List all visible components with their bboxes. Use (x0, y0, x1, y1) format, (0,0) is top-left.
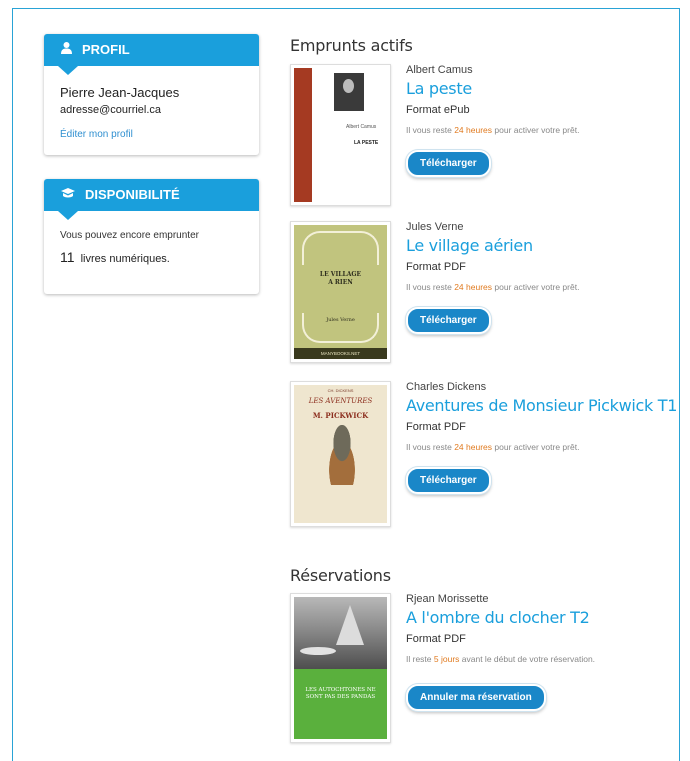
reservations-section-title: Réservations (290, 566, 391, 585)
availability-panel-header: DISPONIBILITÉ (44, 179, 259, 220)
book-author: Charles Dickens (406, 381, 487, 393)
notice-highlight: 24 heures (454, 442, 493, 452)
availability-panel: DISPONIBILITÉ Vous pouvez encore emprunt… (44, 179, 259, 294)
book-author: Jules Verne (406, 221, 464, 233)
notice-suffix: avant le début de votre réservation. (461, 654, 596, 664)
cover-title: LES AUTOCHTONES NE SONT PAS DES PANDAS (294, 687, 387, 701)
download-button[interactable]: Télécharger (406, 467, 491, 494)
book-cover[interactable]: LES AUTOCHTONES NE SONT PAS DES PANDAS (290, 593, 391, 743)
cover-title: LA PESTE (354, 140, 379, 146)
cover-publisher: MANYBOOKS.NET (294, 348, 387, 359)
book-format: Format PDF (406, 421, 466, 433)
book-format: Format PDF (406, 261, 466, 273)
cover-title-line2: SONT PAS DES PANDAS (305, 694, 376, 700)
profile-panel-header: PROFIL (44, 34, 259, 75)
notice-highlight: 24 heures (454, 282, 493, 292)
loans-section-title: Emprunts actifs (290, 36, 413, 55)
book-format: Format PDF (406, 633, 466, 645)
cover-title-line2: A RIEN (328, 279, 353, 286)
author-photo (334, 73, 364, 111)
cover-photo (294, 597, 387, 669)
user-email: adresse@courriel.ca (60, 104, 162, 116)
notice-prefix: Il vous reste (406, 125, 452, 135)
loan-item: Albert Camus LA PESTE Albert Camus La pe… (290, 64, 680, 206)
profile-panel-title: PROFIL (82, 42, 130, 57)
book-cover[interactable]: LE VILLAGE A RIEN Jules Verne MANYBOOKS.… (290, 221, 391, 363)
notice-suffix: pour activer votre prêt. (494, 125, 580, 135)
cover-title-line2: M. PICKWICK (312, 411, 369, 420)
book-title[interactable]: A l'ombre du clocher T2 (406, 608, 681, 627)
book-cover[interactable]: CH. DICKENS LES AVENTURES M. PICKWICK (290, 381, 391, 527)
notice-highlight: 24 heures (454, 125, 493, 135)
loan-item: LE VILLAGE A RIEN Jules Verne MANYBOOKS.… (290, 221, 680, 363)
book-title[interactable]: La peste (406, 79, 681, 98)
cancel-reservation-button[interactable]: Annuler ma réservation (406, 684, 546, 711)
user-icon (60, 34, 73, 66)
cover-illustration (322, 425, 362, 485)
book-title[interactable]: Le village aérien (406, 236, 681, 255)
edit-profile-link[interactable]: Éditer mon profil (60, 129, 133, 140)
availability-panel-title: DISPONIBILITÉ (85, 187, 180, 202)
notice-suffix: pour activer votre prêt. (494, 442, 580, 452)
book-author: Albert Camus (406, 64, 473, 76)
profile-panel: PROFIL Pierre Jean-Jacques adresse@courr… (44, 34, 259, 155)
loan-notice: Il vous reste 24 heures pour activer vot… (406, 282, 681, 292)
notice-prefix: Il reste (406, 654, 432, 664)
notice-highlight: 5 jours (433, 654, 460, 664)
reservation-notice: Il reste 5 jours avant le début de votre… (406, 654, 681, 664)
availability-text: Vous pouvez encore emprunter (60, 230, 199, 241)
user-name: Pierre Jean-Jacques (60, 85, 180, 100)
reservation-item: LES AUTOCHTONES NE SONT PAS DES PANDAS R… (290, 593, 680, 743)
download-button[interactable]: Télécharger (406, 307, 491, 334)
notice-prefix: Il vous reste (406, 442, 452, 452)
book-format: Format ePub (406, 104, 470, 116)
loan-notice: Il vous reste 24 heures pour activer vot… (406, 125, 681, 135)
loan-item: CH. DICKENS LES AVENTURES M. PICKWICK Ch… (290, 381, 680, 527)
book-title[interactable]: Aventures de Monsieur Pickwick T1 (406, 396, 681, 415)
cover-author: CH. DICKENS (327, 388, 354, 393)
availability-count-line: 11 livres numériques. (60, 249, 243, 265)
notice-suffix: pour activer votre prêt. (494, 282, 580, 292)
cover-title-line1: LES AUTOCHTONES NE (305, 687, 376, 693)
cover-author: Jules Verne (326, 317, 355, 323)
cover-author: Albert Camus (346, 124, 377, 130)
cover-title-line1: LES AVENTURES (308, 397, 373, 405)
book-author: Rjean Morissette (406, 593, 489, 605)
book-icon (60, 179, 76, 211)
cover-title-line1: LE VILLAGE (319, 271, 362, 278)
availability-count: 11 (60, 249, 75, 265)
notice-prefix: Il vous reste (406, 282, 452, 292)
book-cover[interactable]: Albert Camus LA PESTE (290, 64, 391, 206)
download-button[interactable]: Télécharger (406, 150, 491, 177)
availability-count-suffix: livres numériques. (80, 253, 170, 265)
loan-notice: Il vous reste 24 heures pour activer vot… (406, 442, 681, 452)
